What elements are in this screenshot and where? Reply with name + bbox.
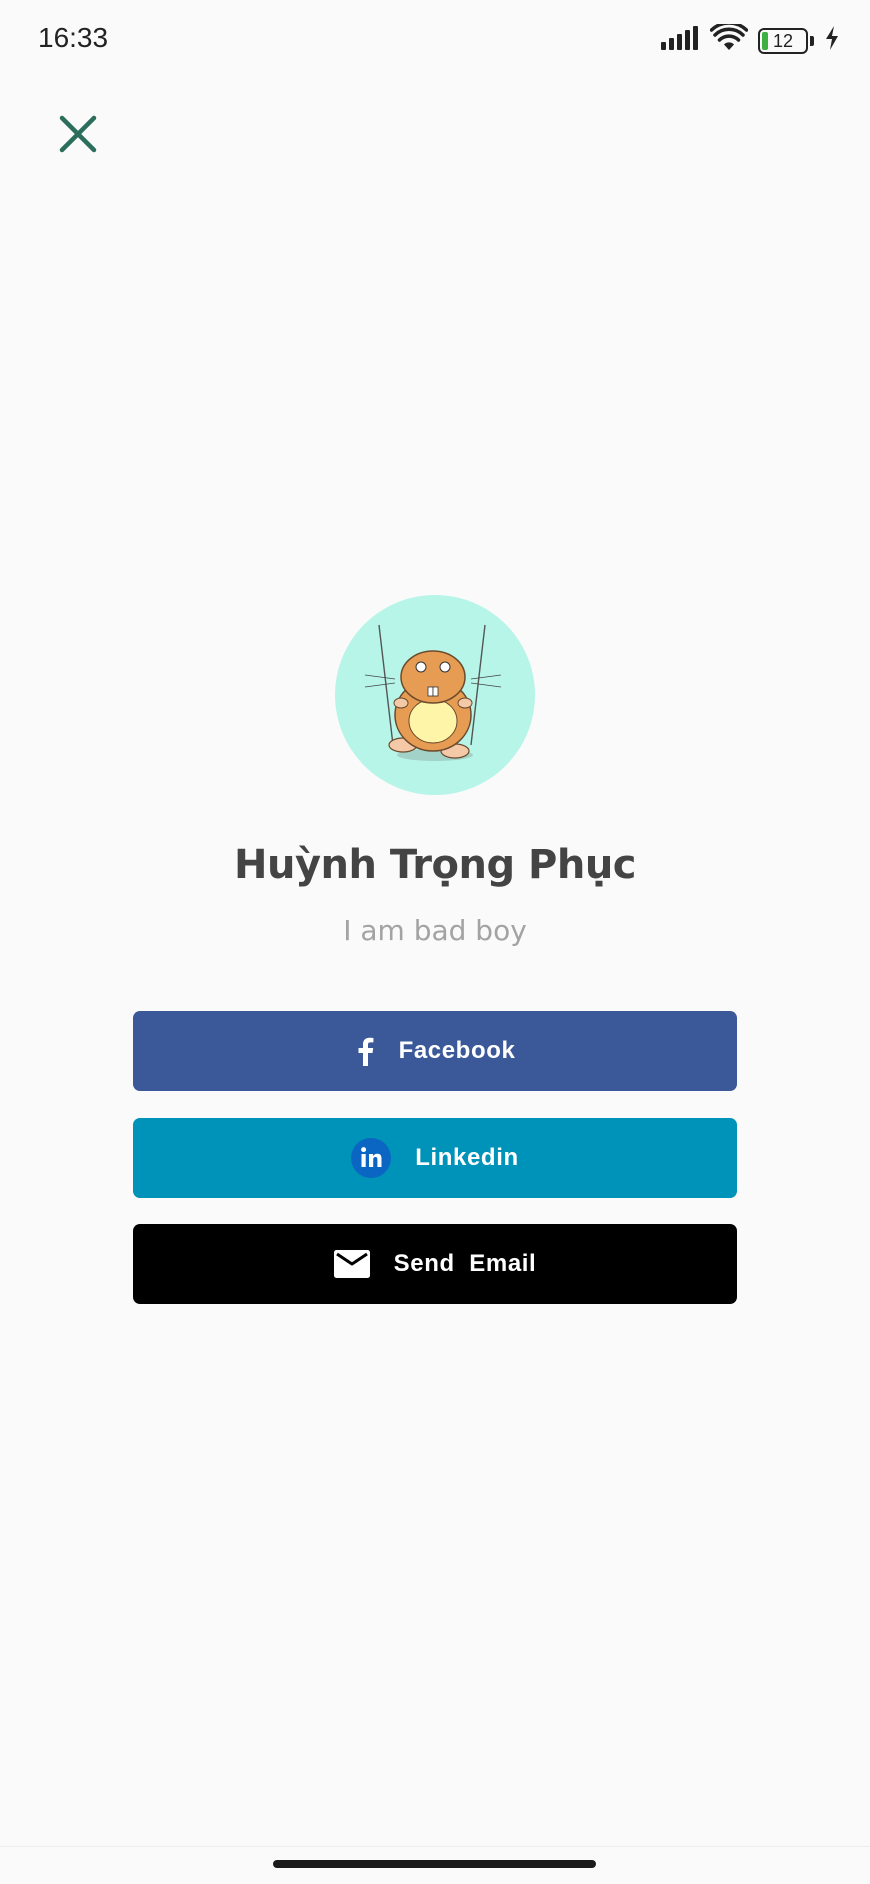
facebook-button[interactable]: Facebook [133,1011,737,1091]
profile-name: Huỳnh Trọng Phục [233,842,637,888]
facebook-label: Facebook [398,1037,516,1064]
status-icons: 12 [660,21,840,57]
battery-icon: 12 [758,27,808,54]
linkedin-label: Linkedin [415,1144,519,1171]
battery-tip [810,35,814,46]
facebook-icon [355,1036,375,1066]
close-button[interactable] [50,106,106,162]
status-bar: 16:33 12 [0,0,870,80]
send-email-button[interactable]: Send Email [133,1224,737,1304]
linkedin-button[interactable]: Linkedin [133,1118,737,1198]
profile-bio: I am bad boy [343,914,527,947]
linkedin-icon [351,1138,392,1178]
charging-icon [824,25,840,56]
wifi-icon [709,21,749,57]
home-indicator[interactable] [273,1860,596,1868]
battery-fill [762,31,768,50]
close-icon [59,115,97,153]
signal-icon [660,25,700,56]
avatar [335,595,535,795]
status-time: 16:33 [38,22,109,53]
mail-icon [333,1250,370,1278]
nav-bar-divider [0,1846,870,1847]
send-email-label: Send Email [393,1250,537,1277]
hamster-illustration [364,624,502,761]
battery-level: 12 [772,30,794,51]
